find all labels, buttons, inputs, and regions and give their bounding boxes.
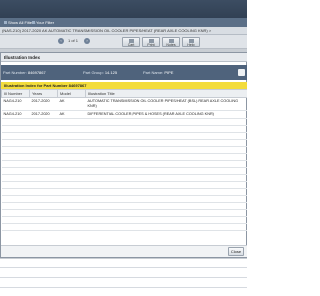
table-row[interactable]: NAG4-210 2017-2020 AK AUTOMATIC TRANSMIS… (1, 97, 247, 111)
illustration-table: Ill Number Years Model Illustration Titl… (1, 89, 247, 231)
column-header-model[interactable]: Model (57, 89, 86, 98)
help-button[interactable]: Help (182, 37, 200, 47)
previous-page-button[interactable]: ‹ (58, 38, 64, 44)
empty-row (1, 202, 247, 210)
cart-button[interactable]: Cart (122, 37, 140, 47)
empty-row (1, 160, 247, 168)
empty-row (1, 153, 247, 161)
cell-illustration-title: AUTOMATIC TRANSMISSION OIL COOLER PIPES/… (85, 97, 247, 111)
cell-illustration-title: DIFFERENTIAL COOLER,PIPES & HOSES (REAR … (85, 110, 247, 119)
band-action-icon[interactable] (238, 69, 245, 76)
part-info-band: Part Number: 84697867 Part Group: 14.125… (1, 65, 247, 80)
empty-row (1, 118, 247, 126)
next-page-button[interactable]: › (84, 38, 90, 44)
cart-button-label: Cart (127, 43, 135, 47)
empty-row (1, 139, 247, 147)
cell-ill-number: NAG4-210 (1, 97, 30, 111)
empty-row (1, 125, 247, 133)
part-number-field: Part Number: 84697867 (3, 65, 46, 80)
cell-years: 2017-2020 (29, 110, 58, 119)
column-header-illustration-title[interactable]: Illustration Title (85, 89, 247, 98)
empty-row (1, 188, 247, 196)
illustration-index-header: Illustration Index for Part Number 84697… (1, 82, 247, 89)
print-button-label: Print (147, 43, 155, 47)
printer-icon (149, 39, 154, 43)
empty-row (1, 195, 247, 203)
breadcrumb: (NAS-210) 2017-2020 AK AUTOMATIC TRANSMI… (0, 27, 247, 35)
column-header-years[interactable]: Years (29, 89, 58, 98)
filter-tab-label: Your Filter (36, 20, 55, 25)
part-number-value: 84697867 (27, 70, 46, 75)
part-name-value: PIPE (164, 70, 174, 75)
part-group-field: Part Group: 14.125 (83, 65, 117, 80)
cell-model: AK (57, 97, 86, 111)
app-window: Show All Filters Your Filter (NAS-210) 2… (0, 0, 247, 296)
part-group-value: 14.125 (104, 70, 118, 75)
cell-ill-number: NAG4-210 (1, 110, 30, 119)
part-name-field: Part Name: PIPE (143, 65, 173, 80)
empty-row (1, 132, 247, 140)
table-row[interactable]: NAG4-210 2017-2020 AK DIFFERENTIAL COOLE… (1, 110, 247, 119)
cart-icon (129, 39, 134, 43)
empty-row (1, 181, 247, 189)
divider (0, 287, 247, 288)
illustration-index-dialog: Illustration Index Part Number: 84697867… (0, 52, 247, 258)
cell-model: AK (57, 110, 86, 119)
dialog-footer: Close (1, 245, 247, 257)
notes-icon (169, 39, 174, 43)
breadcrumb-text[interactable]: (NAS-210) 2017-2020 AK AUTOMATIC TRANSMI… (2, 27, 211, 35)
divider (0, 277, 247, 278)
divider (0, 267, 247, 268)
empty-row (1, 209, 247, 217)
background-content (0, 258, 247, 296)
page-indicator: 1 of 1 (68, 38, 79, 43)
part-number-label: Part Number: (3, 70, 27, 75)
help-icon (189, 39, 194, 43)
dialog-title: Illustration Index (1, 53, 247, 62)
table-header-row: Ill Number Years Model Illustration Titl… (1, 89, 247, 98)
empty-row (1, 167, 247, 175)
part-group-label: Part Group: (83, 70, 104, 75)
filter-tab-your-filter[interactable]: Your Filter (30, 19, 56, 26)
notes-button-label: Notes (166, 43, 176, 47)
empty-row (1, 223, 247, 231)
toolbar: ‹ 1 of 1 › Cart Print Notes Help (0, 35, 247, 49)
column-header-ill-number[interactable]: Ill Number (1, 89, 30, 98)
filter-bar: Show All Filters Your Filter (0, 18, 247, 27)
help-button-label: Help (187, 43, 195, 47)
empty-row (1, 146, 247, 154)
close-button[interactable]: Close (228, 247, 244, 256)
filter-icon (32, 21, 35, 25)
cell-years: 2017-2020 (29, 97, 58, 111)
part-name-label: Part Name: (143, 70, 164, 75)
notes-button[interactable]: Notes (162, 37, 180, 47)
empty-row (1, 216, 247, 224)
filter-icon (4, 21, 7, 25)
print-button[interactable]: Print (142, 37, 160, 47)
empty-row (1, 174, 247, 182)
